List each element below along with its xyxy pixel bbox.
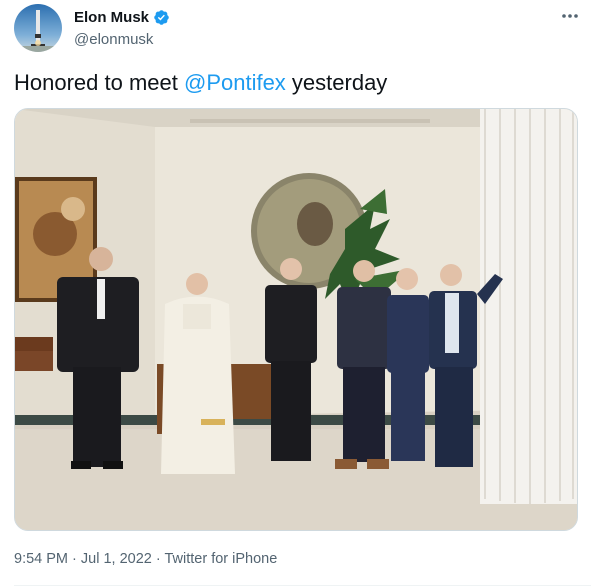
tweet-meta: 9:54 PM · Jul 1, 2022 · Twitter for iPho…	[14, 551, 277, 567]
tweet-photo[interactable]	[14, 108, 578, 531]
meta-separator-2: ·	[151, 551, 165, 567]
author-name[interactable]: Elon Musk	[74, 9, 170, 26]
more-horizontal-icon	[562, 14, 578, 18]
tweet-text-after: yesterday	[285, 70, 388, 95]
tweet-source[interactable]: Twitter for iPhone	[164, 551, 277, 567]
divider	[14, 585, 591, 586]
mention-link[interactable]: @Pontifex	[184, 70, 286, 95]
tweet-text: Honored to meet @Pontifex yesterday	[14, 70, 387, 96]
author-avatar[interactable]	[14, 4, 62, 52]
tweet-text-before: Honored to meet	[14, 70, 184, 95]
meta-separator: ·	[68, 551, 81, 567]
photo-illustration	[15, 109, 577, 530]
tweet-time[interactable]: 9:54 PM	[14, 551, 68, 567]
verified-badge-icon	[154, 10, 169, 25]
rocket-avatar-icon	[14, 4, 62, 52]
more-options-button[interactable]	[558, 6, 582, 26]
tweet-date[interactable]: Jul 1, 2022	[81, 551, 152, 567]
author-handle[interactable]: @elonmusk	[74, 31, 153, 48]
author-name-text: Elon Musk	[74, 9, 150, 26]
